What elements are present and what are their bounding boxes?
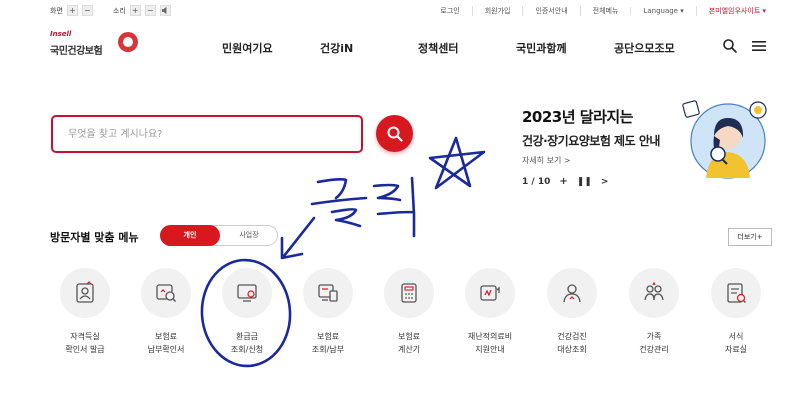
- nav-item-health-in[interactable]: 건강iN: [320, 40, 353, 56]
- menu-item-forms[interactable]: 서식 자료실: [706, 268, 766, 356]
- checkup-icon: [563, 284, 581, 303]
- more-button[interactable]: 더보기+: [728, 228, 772, 246]
- banner-illustration: [682, 100, 767, 179]
- menu-item-label: 가족 건강관리: [639, 332, 669, 354]
- menu-item-label: 자격득실 확인서 발급: [65, 332, 105, 354]
- menu-item-refund[interactable]: 환급금 조회/신청: [217, 268, 277, 356]
- nav-item-together[interactable]: 국민과함께: [516, 40, 567, 56]
- family-icon: [644, 281, 664, 301]
- logo-text: 국민건강보험: [50, 46, 103, 57]
- menu-item-label: 건강검진 대상조회: [557, 332, 587, 354]
- nav-item-civil[interactable]: 민원여기요: [222, 40, 273, 56]
- menu-item-qualification[interactable]: 자격득실 확인서 발급: [55, 268, 115, 356]
- signup-link[interactable]: 회원가입: [471, 6, 523, 16]
- banner-controls: 1 / 10 + ❚❚ >: [522, 176, 608, 187]
- family-site-select[interactable]: 본미엘임우사이트 ▾: [695, 6, 778, 16]
- handwriting-char-1: [310, 178, 368, 228]
- tab-business[interactable]: 사업장: [219, 225, 279, 246]
- nav-item-about[interactable]: 공단으모조모: [614, 40, 675, 56]
- calculator-icon: [401, 283, 417, 303]
- zoom-out-button[interactable]: −: [81, 5, 93, 16]
- accessibility-controls: 화면 + − 소리 + −: [50, 5, 171, 16]
- utility-links: 로그인 회원가입 인증서안내 전체메뉴 Language ▾ 본미엘임우사이트 …: [428, 6, 778, 16]
- volume-down-button[interactable]: −: [144, 5, 156, 16]
- search-button[interactable]: [376, 115, 413, 152]
- search-input[interactable]: [53, 117, 361, 151]
- star-drawing: [428, 136, 486, 190]
- banner-pause-button[interactable]: ❚❚: [577, 177, 592, 187]
- sound-label: 소리: [112, 6, 126, 15]
- banner-subtitle: 건강·장기요양보험 제도 안내: [522, 134, 660, 148]
- all-menu-link[interactable]: 전체메뉴: [579, 6, 631, 16]
- nav-item-policy[interactable]: 정책센터: [418, 40, 458, 56]
- menu-item-label: 보험료 납부확인서: [147, 332, 185, 354]
- search-icon[interactable]: [722, 38, 738, 54]
- language-select[interactable]: Language ▾: [630, 7, 695, 15]
- certificate-icon: [76, 281, 94, 303]
- menu-item-label: 보험료 계산기: [397, 332, 421, 354]
- certificate-guide-link[interactable]: 인증서안내: [522, 6, 579, 16]
- speaker-icon[interactable]: [159, 5, 171, 16]
- banner-next-button[interactable]: >: [601, 177, 609, 187]
- visitor-menu-title: 방문자별 맞춤 메뉴: [50, 231, 139, 244]
- menu-item-checkup[interactable]: 건강검진 대상조회: [542, 268, 602, 356]
- zoom-in-button[interactable]: +: [66, 5, 78, 16]
- visitor-type-tabs: 개인 사업장: [160, 225, 278, 246]
- menu-item-label: 서식 자료실: [724, 332, 748, 354]
- menu-item-payment-confirm[interactable]: 보험료 납부확인서: [136, 268, 196, 356]
- medical-support-icon: [480, 285, 500, 301]
- menu-item-family[interactable]: 가족 건강관리: [624, 268, 684, 356]
- menu-item-medical-support[interactable]: 재난적의료비 지원안내: [460, 268, 520, 356]
- banner-page-indicator: 1 / 10: [522, 176, 551, 187]
- utility-bar: 화면 + − 소리 + − 로그인 회원가입 인증서안내 전체메뉴 Langua…: [0, 0, 800, 22]
- volume-up-button[interactable]: +: [129, 5, 141, 16]
- search-icon: [387, 126, 403, 142]
- menu-item-label: 재난적의료비 지원안내: [467, 332, 513, 354]
- logo-slogan: Insell: [50, 30, 72, 38]
- menu-item-label: 보험료 조회/납부: [311, 332, 345, 354]
- payment-confirm-icon: [156, 284, 177, 303]
- menu-icon[interactable]: [752, 40, 766, 52]
- forms-icon: [727, 283, 746, 303]
- logo[interactable]: Insell 국민건강보험: [50, 30, 145, 62]
- menu-item-label: 환급금 조회/신청: [230, 332, 264, 354]
- banner-title: 2023년 달라지는: [522, 108, 633, 126]
- arrow-drawing: [280, 216, 316, 260]
- banner-more-link[interactable]: 자세히 보기 >: [522, 155, 571, 166]
- handwriting-char-2: [372, 176, 416, 238]
- login-link[interactable]: 로그인: [428, 6, 471, 16]
- menu-item-calculator[interactable]: 보험료 계산기: [379, 268, 439, 356]
- logo-mark-icon: [118, 32, 138, 52]
- header: Insell 국민건강보험 민원여기요 건강iN 정책센터 국민과함께 공단으모…: [0, 22, 800, 72]
- tab-personal[interactable]: 개인: [160, 225, 220, 246]
- premium-payment-icon: [318, 284, 338, 302]
- font-size-label: 화면: [50, 6, 63, 15]
- banner-plus-button[interactable]: +: [559, 176, 567, 187]
- menu-item-premium-payment[interactable]: 보험료 조회/납부: [298, 268, 358, 356]
- refund-icon: [237, 284, 257, 302]
- search-box: [51, 115, 363, 153]
